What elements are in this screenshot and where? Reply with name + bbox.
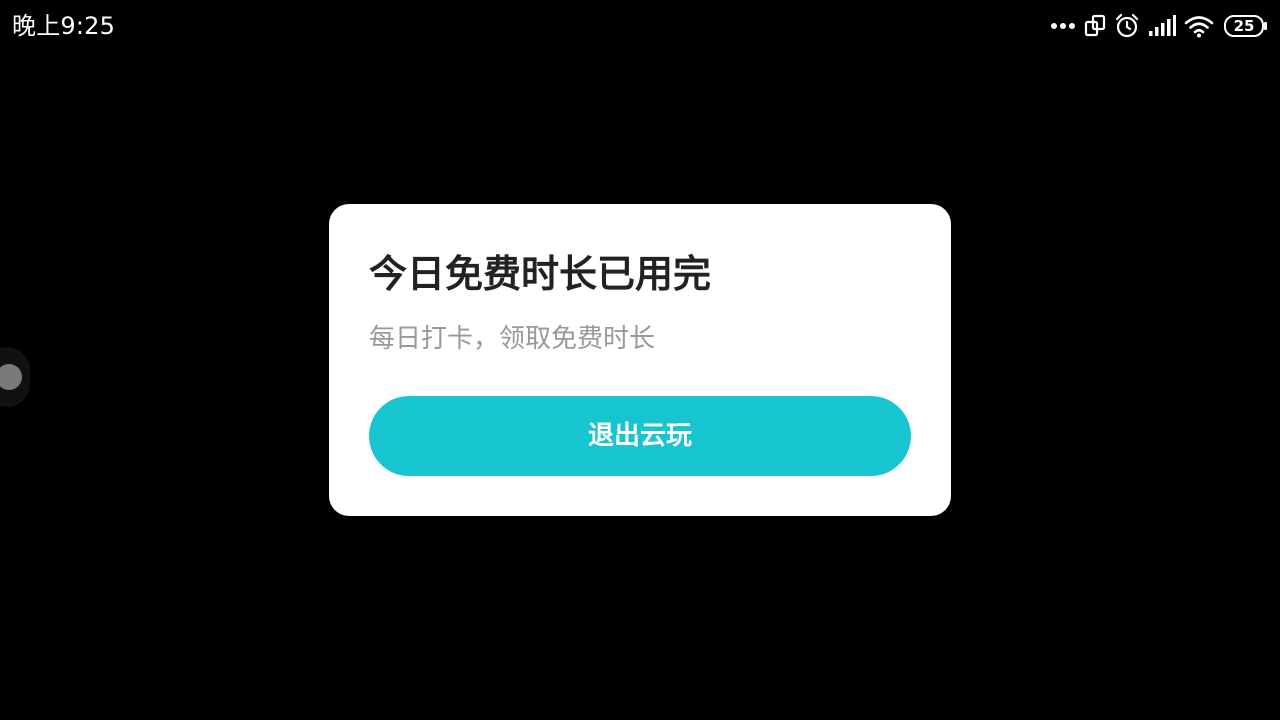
exit-cloud-play-button[interactable]: 退出云玩 bbox=[369, 396, 911, 476]
dialog-subtitle: 每日打卡，领取免费时长 bbox=[369, 324, 656, 354]
status-bar: 晚上9:25 25 bbox=[0, 0, 1280, 52]
wifi-icon bbox=[1184, 14, 1214, 38]
floating-ball-dot bbox=[0, 364, 22, 390]
screen-rotate-icon bbox=[1084, 14, 1106, 38]
battery-icon: 25 bbox=[1224, 15, 1268, 37]
signal-icon bbox=[1148, 15, 1176, 37]
status-icons: 25 bbox=[1042, 12, 1268, 40]
battery-level: 25 bbox=[1233, 17, 1255, 35]
status-time: 晚上9:25 bbox=[12, 12, 116, 40]
alarm-icon bbox=[1114, 13, 1140, 39]
dialog-title: 今日免费时长已用完 bbox=[369, 252, 712, 296]
more-dots-icon bbox=[1050, 22, 1076, 30]
floating-ball-button[interactable] bbox=[0, 347, 30, 407]
time-exhausted-dialog: 今日免费时长已用完 每日打卡，领取免费时长 退出云玩 bbox=[329, 204, 951, 516]
screen: 晚上9:25 25 今日免费时长已用完 每日打卡，领取免费时长 退出云玩 bbox=[0, 0, 1280, 720]
